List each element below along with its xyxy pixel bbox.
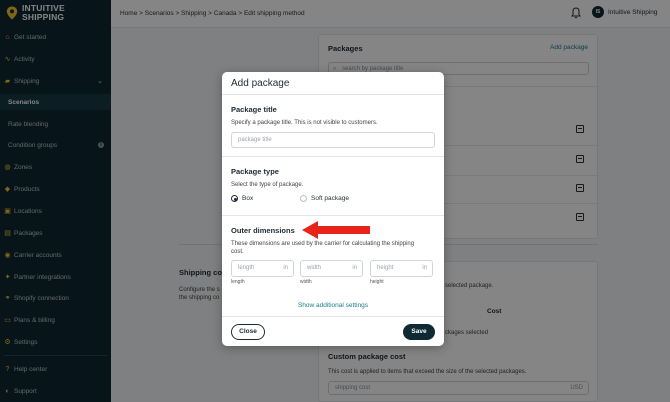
package-title-description: Specify a package title. This is not vis…: [231, 120, 378, 126]
section-divider: [222, 156, 444, 157]
length-input[interactable]: length in: [231, 260, 294, 277]
box-radio[interactable]: [231, 195, 238, 202]
outer-dimensions-description-line-2: cost.: [231, 249, 244, 255]
length-caption: length: [231, 279, 245, 285]
close-button[interactable]: Close: [231, 324, 265, 340]
width-placeholder: width: [307, 265, 322, 271]
box-radio-label[interactable]: Box: [242, 195, 253, 202]
height-input[interactable]: height in: [370, 260, 433, 277]
height-caption: height: [370, 279, 384, 285]
package-title-heading: Package title: [231, 105, 277, 114]
soft-package-radio-label[interactable]: Soft package: [311, 195, 349, 202]
outer-dimensions-heading: Outer dimensions: [231, 226, 295, 235]
height-placeholder: height: [377, 265, 394, 271]
package-title-input[interactable]: package title: [231, 132, 435, 148]
save-button[interactable]: Save: [403, 324, 435, 340]
unit-label: in: [422, 265, 427, 271]
footer-divider: [222, 316, 444, 317]
modal-header: Add package: [222, 72, 444, 95]
package-type-heading: Package type: [231, 167, 279, 176]
outer-dimensions-description-line-1: These dimensions are used by the carrier…: [231, 241, 415, 247]
modal-title: Add package: [231, 78, 290, 89]
show-additional-settings-link[interactable]: Show additional settings: [222, 302, 444, 309]
section-divider: [222, 215, 444, 216]
unit-label: in: [352, 265, 357, 271]
soft-package-radio[interactable]: [300, 195, 307, 202]
package-type-description: Select the type of package.: [231, 182, 304, 188]
add-package-modal: Add package Package title Specify a pack…: [222, 72, 444, 346]
width-input[interactable]: width in: [300, 260, 363, 277]
unit-label: in: [283, 265, 288, 271]
width-caption: width: [300, 279, 312, 285]
length-placeholder: length: [238, 265, 255, 271]
red-arrow-annotation: [302, 221, 370, 239]
